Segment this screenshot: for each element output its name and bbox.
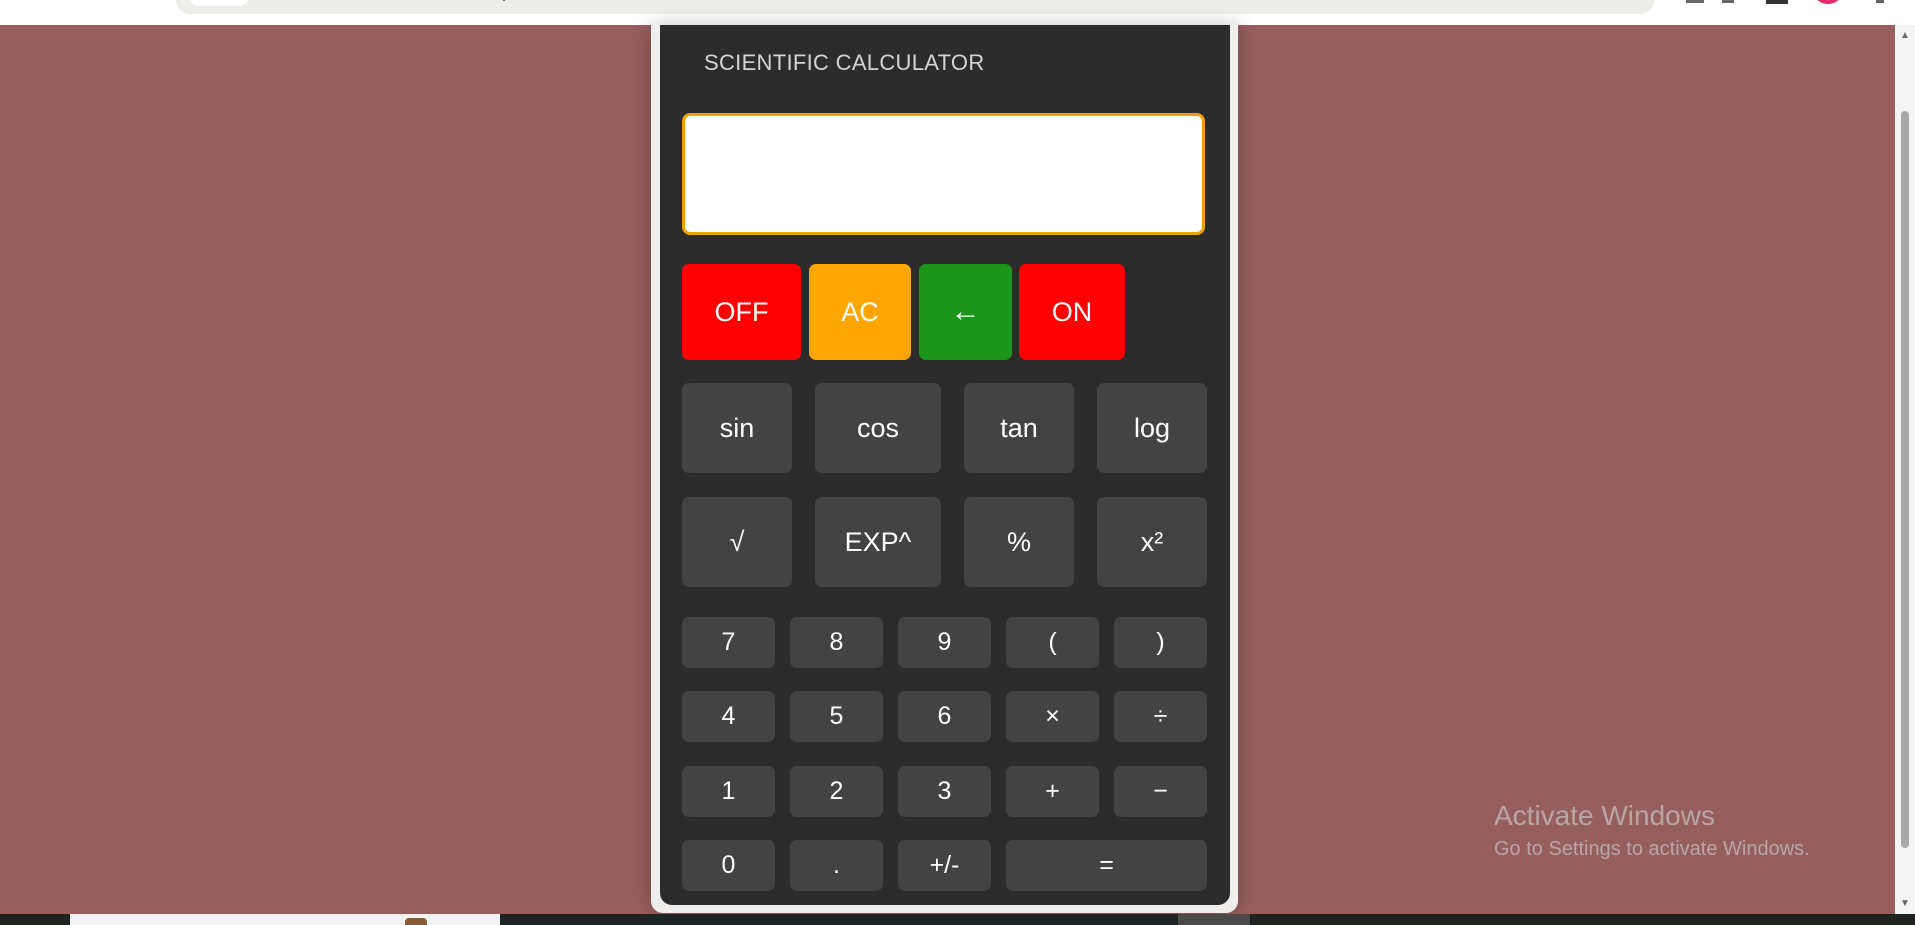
plus-button[interactable]: + bbox=[1006, 766, 1099, 817]
activate-windows-watermark: Activate Windows Go to Settings to activ… bbox=[1494, 800, 1810, 861]
digit-1-button[interactable]: 1 bbox=[682, 766, 775, 817]
digit-6-button[interactable]: 6 bbox=[898, 691, 991, 742]
backspace-button[interactable]: ← bbox=[919, 264, 1012, 360]
site-info-chip[interactable] bbox=[190, 0, 248, 6]
digit-3-button[interactable]: 3 bbox=[898, 766, 991, 817]
multiply-button[interactable]: × bbox=[1006, 691, 1099, 742]
minus-button[interactable]: − bbox=[1114, 766, 1207, 817]
sin-button[interactable]: sin bbox=[682, 383, 792, 473]
open-paren-button[interactable]: ( bbox=[1006, 617, 1099, 668]
browser-toolbar bbox=[0, 0, 1915, 25]
digit-2-button[interactable]: 2 bbox=[790, 766, 883, 817]
log-button[interactable]: log bbox=[1097, 383, 1207, 473]
square-button[interactable]: x² bbox=[1097, 497, 1207, 587]
calculator-title: SCIENTIFIC CALCULATOR bbox=[704, 50, 985, 75]
scrollbar-thumb[interactable] bbox=[1901, 111, 1909, 848]
cast-icon[interactable] bbox=[1686, 0, 1704, 3]
cos-button[interactable]: cos bbox=[815, 383, 941, 473]
profile-avatar[interactable] bbox=[1816, 0, 1840, 4]
digit-7-button[interactable]: 7 bbox=[682, 617, 775, 668]
exponent-button[interactable]: EXP^ bbox=[815, 497, 941, 587]
menu-icon[interactable] bbox=[1876, 0, 1884, 3]
digit-9-button[interactable]: 9 bbox=[898, 617, 991, 668]
off-button[interactable]: OFF bbox=[682, 264, 801, 360]
divide-button[interactable]: ÷ bbox=[1114, 691, 1207, 742]
decimal-button[interactable]: . bbox=[790, 840, 883, 891]
address-bar[interactable] bbox=[176, 0, 1654, 14]
square-root-button[interactable]: √ bbox=[682, 497, 792, 587]
scroll-down-arrow-icon[interactable]: ▼ bbox=[1897, 896, 1913, 912]
digit-5-button[interactable]: 5 bbox=[790, 691, 883, 742]
digit-8-button[interactable]: 8 bbox=[790, 617, 883, 668]
digit-0-button[interactable]: 0 bbox=[682, 840, 775, 891]
tan-button[interactable]: tan bbox=[964, 383, 1074, 473]
taskbar-window-thumbnail-gray[interactable] bbox=[1178, 914, 1250, 925]
all-clear-button[interactable]: AC bbox=[809, 264, 911, 360]
close-paren-button[interactable]: ) bbox=[1114, 617, 1207, 668]
watermark-title: Activate Windows bbox=[1494, 800, 1715, 831]
sidepanel-icon[interactable] bbox=[1766, 0, 1788, 4]
sign-toggle-button[interactable]: +/- bbox=[898, 840, 991, 891]
equals-button[interactable]: = bbox=[1006, 840, 1207, 891]
scroll-up-arrow-icon[interactable]: ▲ bbox=[1897, 28, 1913, 44]
taskbar-window-thumbnail-dark[interactable] bbox=[500, 914, 1180, 925]
watermark-subtitle: Go to Settings to activate Windows. bbox=[1494, 838, 1810, 860]
text-cursor bbox=[503, 0, 505, 1]
taskbar-window-thumbnail[interactable] bbox=[70, 914, 500, 925]
digit-4-button[interactable]: 4 bbox=[682, 691, 775, 742]
bookmark-icon[interactable] bbox=[1722, 0, 1734, 3]
taskbar-app-icon[interactable] bbox=[405, 918, 427, 925]
percent-button[interactable]: % bbox=[964, 497, 1074, 587]
on-button[interactable]: ON bbox=[1019, 264, 1125, 360]
calculator-display[interactable] bbox=[682, 113, 1205, 235]
